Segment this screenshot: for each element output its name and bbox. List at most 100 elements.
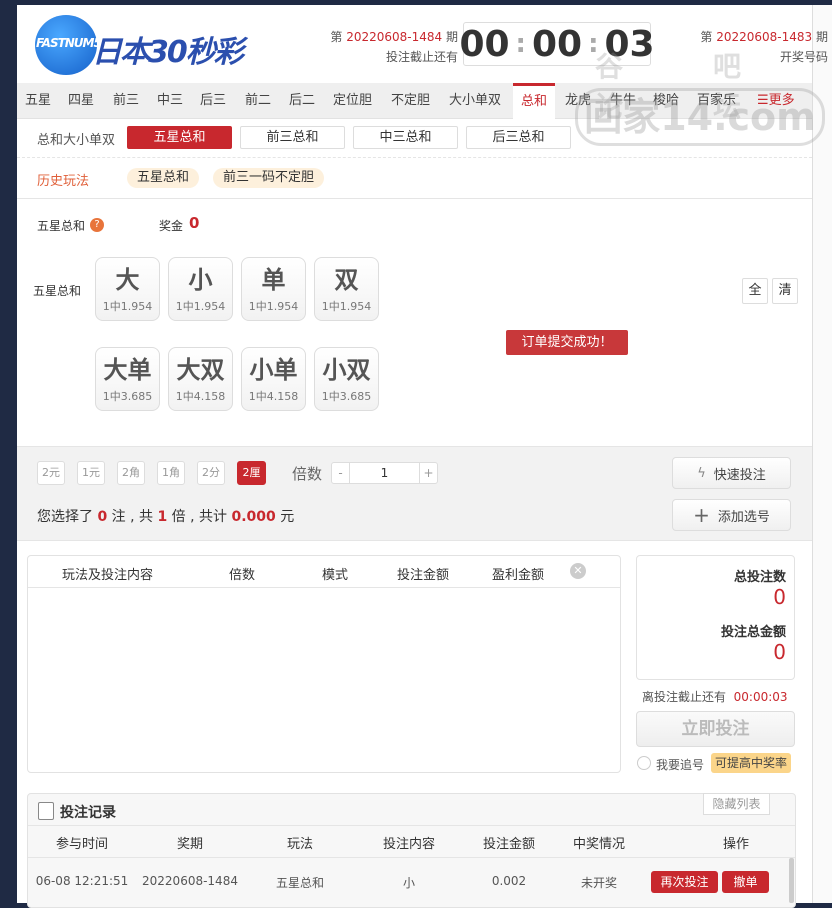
divider <box>28 825 795 826</box>
cell-time: 06-08 12:21:51 <box>35 874 129 888</box>
row-label: 五星总和 <box>33 284 82 298</box>
cell-issue: 20220608-1484 <box>142 874 238 888</box>
cell-play: 五星总和 <box>275 876 324 890</box>
ball-option[interactable]: 双 1中1.954 <box>314 257 379 321</box>
prize-label: 奖金 <box>159 219 184 233</box>
totals-panel: 总投注数 0 投注总金额 0 <box>636 555 795 680</box>
divider <box>28 857 795 858</box>
play-title: 五星总和 <box>37 219 86 233</box>
quick-bet-button[interactable]: ϟ 快速投注 <box>672 457 791 489</box>
clear-cart-icon[interactable]: ✕ <box>570 563 586 579</box>
chase-radio[interactable] <box>637 756 651 770</box>
record-icon <box>38 802 54 820</box>
cart-col: 投注金额 <box>397 568 450 583</box>
ball-option[interactable]: 大双 1中4.158 <box>168 347 233 411</box>
nav-tab[interactable]: 后二 <box>281 83 323 119</box>
selection-summary: 您选择了 0 注 , 共 1 倍 , 共计 0.000 元 <box>37 509 295 525</box>
nav-tab[interactable]: 五星 <box>17 83 59 119</box>
lightning-icon: ϟ <box>697 465 706 481</box>
nav-tab[interactable]: 定位胆 <box>325 83 380 119</box>
cart-col: 倍数 <box>229 568 256 583</box>
records-scrollbar[interactable] <box>789 858 794 903</box>
cell-content: 小 <box>402 876 415 890</box>
cell-amount: 0.002 <box>491 874 527 888</box>
subnav-button[interactable]: 前三总和 <box>240 126 345 149</box>
ball-option[interactable]: 大 1中1.954 <box>95 257 160 321</box>
nav-tab-active[interactable]: 总和 <box>513 83 556 119</box>
subnav-button[interactable]: 后三总和 <box>466 126 571 149</box>
ball-option[interactable]: 小单 1中4.158 <box>241 347 306 411</box>
hide-list-button[interactable]: 隐藏列表 <box>703 793 770 815</box>
records-col: 参与时间 <box>55 837 108 852</box>
total-amount-label: 投注总金额 <box>720 625 786 640</box>
add-selection-button[interactable]: + 添加选号 <box>672 499 791 531</box>
history-label: 历史玩法 <box>37 174 90 189</box>
divider <box>17 157 812 158</box>
rebet-button[interactable]: 再次投注 <box>651 871 718 893</box>
records-col: 奖期 <box>176 837 203 852</box>
play-type-nav: 五星 四星 前三 中三 后三 前二 后二 定位胆 不定胆 大小单双 总和 龙虎 … <box>17 83 812 119</box>
mode-button[interactable]: 1元 <box>77 461 105 485</box>
records-col: 投注内容 <box>382 837 435 852</box>
records-col: 玩法 <box>286 837 313 852</box>
multiplier-input[interactable]: 1 <box>350 463 419 483</box>
nav-tab[interactable]: 牛牛 <box>602 83 644 119</box>
history-chip[interactable]: 前三一码不定胆 <box>213 168 325 188</box>
deadline2: 离投注截止还有 00:00:03 <box>642 690 788 704</box>
ball-option[interactable]: 单 1中1.954 <box>241 257 306 321</box>
multiplier-stepper: - 1 + <box>331 462 438 484</box>
nav-tab[interactable]: 后三 <box>192 83 234 119</box>
mode-button[interactable]: 2分 <box>197 461 225 485</box>
minus-button[interactable]: - <box>332 463 350 483</box>
nav-tab[interactable]: 龙虎 <box>557 83 599 119</box>
records-col: 中奖情况 <box>572 837 625 852</box>
nav-more[interactable]: ☰更多 <box>749 83 803 119</box>
ball-option[interactable]: 大单 1中3.685 <box>95 347 160 411</box>
help-icon[interactable]: ? <box>90 218 104 232</box>
subnav-button[interactable]: 五星总和 <box>127 126 232 149</box>
history-chip[interactable]: 五星总和 <box>127 168 200 188</box>
total-count-label: 总投注数 <box>733 570 786 585</box>
list-icon: ☰ <box>757 93 769 108</box>
nav-tab[interactable]: 四星 <box>60 83 102 119</box>
subnav-button[interactable]: 中三总和 <box>353 126 458 149</box>
bet-now-button[interactable]: 立即投注 <box>636 711 795 747</box>
multiplier-label: 倍数 <box>292 465 323 483</box>
nav-tab[interactable]: 大小单双 <box>441 83 509 119</box>
total-count: 0 <box>773 585 786 609</box>
nav-tab[interactable]: 前二 <box>237 83 279 119</box>
draw-numbers-label: 开奖号码 <box>779 50 828 64</box>
chase-label: 我要追号 <box>656 758 705 772</box>
lottery-title: 日本30秒彩 <box>92 35 244 70</box>
total-amount: 0 <box>773 640 786 664</box>
cart-col: 玩法及投注内容 <box>62 568 154 583</box>
prize-value: 0 <box>189 214 200 232</box>
nav-tab[interactable]: 梭哈 <box>645 83 687 119</box>
cancel-order-button[interactable]: 撤单 <box>722 871 769 893</box>
clear-button[interactable]: 清 <box>772 278 798 304</box>
records-title: 投注记录 <box>60 805 116 821</box>
bet-cart-table: 玩法及投注内容 倍数 模式 投注金额 盈利金额 ✕ <box>27 555 621 773</box>
nav-tab[interactable]: 不定胆 <box>383 83 438 119</box>
cart-header: 玩法及投注内容 倍数 模式 投注金额 盈利金额 ✕ <box>28 556 620 588</box>
nav-tab[interactable]: 百家乐 <box>689 83 744 119</box>
plus-icon: + <box>693 503 710 527</box>
nav-tab[interactable]: 中三 <box>149 83 191 119</box>
nav-tab[interactable]: 前三 <box>105 83 147 119</box>
right-strip <box>812 5 832 903</box>
mode-button[interactable]: 1角 <box>157 461 185 485</box>
mode-button-active[interactable]: 2厘 <box>237 461 266 485</box>
mode-button[interactable]: 2元 <box>37 461 65 485</box>
chase-tip-badge: 可提高中奖率 <box>711 753 792 773</box>
select-all-button[interactable]: 全 <box>742 278 768 304</box>
records-col: 操作 <box>722 837 749 852</box>
mode-button[interactable]: 2角 <box>117 461 145 485</box>
last-issue: 第 20220608-1483 期 <box>700 30 828 44</box>
ball-option[interactable]: 小 1中1.954 <box>168 257 233 321</box>
cart-col: 模式 <box>322 568 349 583</box>
records-col: 投注金额 <box>482 837 535 852</box>
plus-button[interactable]: + <box>419 463 437 483</box>
success-toast: 订单提交成功！ <box>506 330 628 355</box>
current-issue: 第 20220608-1484 期 <box>330 30 458 44</box>
ball-option[interactable]: 小双 1中3.685 <box>314 347 379 411</box>
